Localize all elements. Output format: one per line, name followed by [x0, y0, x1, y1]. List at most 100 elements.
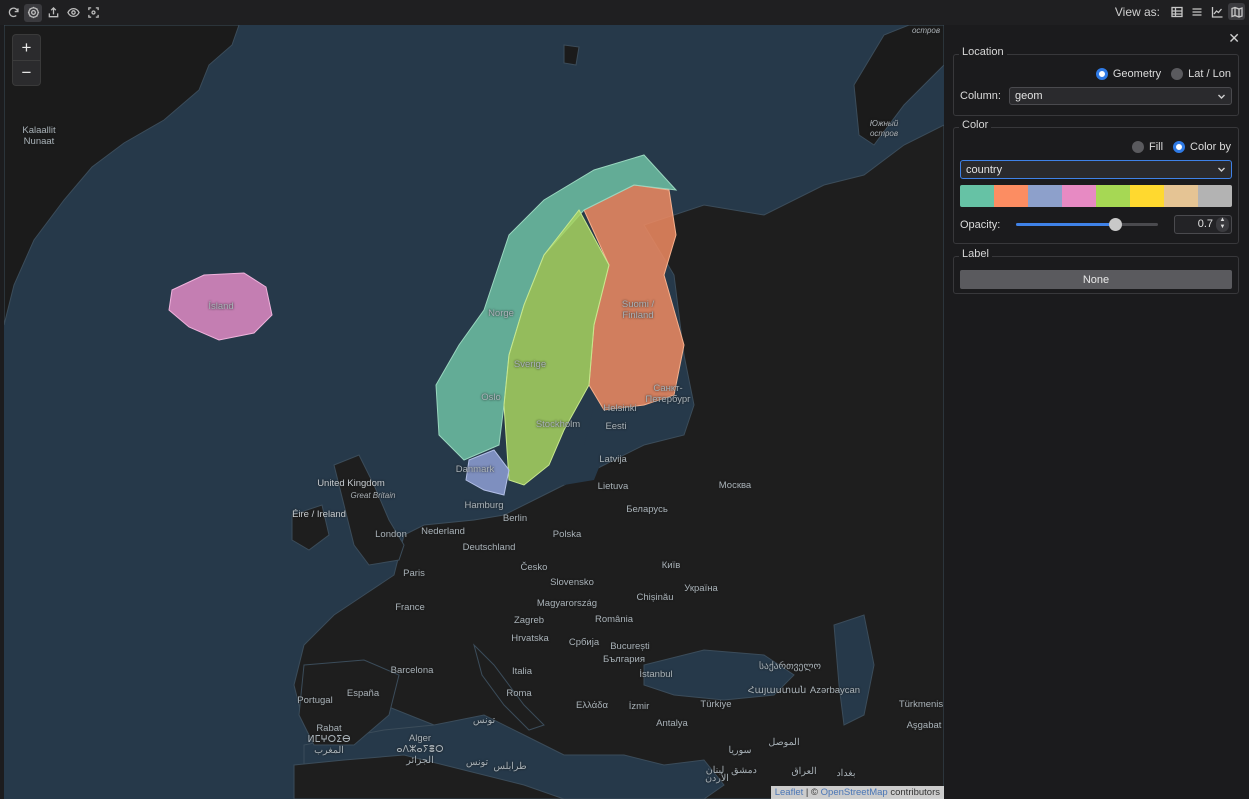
color-title: Color: [959, 119, 992, 131]
column-select-value: geom: [1015, 90, 1043, 102]
table-view-icon[interactable]: [1168, 3, 1185, 20]
label-peterburg: Петербург: [645, 394, 691, 405]
label-island: Ísland: [208, 301, 234, 312]
opacity-input[interactable]: 0.7 ▲ ▼: [1174, 215, 1232, 234]
label-hamburg: Hamburg: [464, 500, 504, 511]
label-romania: România: [594, 614, 634, 625]
zoom-out-button[interactable]: −: [13, 60, 40, 85]
label-magyarorszag: Magyarország: [536, 598, 598, 609]
label-kalaallit: Kalaallit: [22, 125, 56, 136]
label-london: London: [375, 529, 407, 540]
color-mode: Fill Color by: [1128, 141, 1231, 153]
list-view-icon[interactable]: [1188, 3, 1205, 20]
label-oslo: Oslo: [481, 392, 501, 403]
radio-latlon-dot: [1171, 68, 1184, 80]
opacity-slider[interactable]: [1016, 218, 1158, 231]
label-dimashq: دمشق: [731, 765, 757, 776]
label-belarus: Беларусь: [626, 504, 668, 515]
radio-latlon-label: Lat / Lon: [1188, 68, 1231, 80]
toolbar-actions: [4, 3, 102, 22]
attribution-contrib: contributors: [890, 787, 940, 798]
osm-link[interactable]: OpenStreetMap: [821, 787, 888, 798]
label-istanbul: İstanbul: [639, 669, 673, 680]
radio-geometry[interactable]: Geometry: [1095, 68, 1162, 80]
eye-icon[interactable]: [64, 4, 82, 22]
label-helsinki: Helsinki: [603, 403, 637, 414]
label-lietuva: Lietuva: [597, 481, 629, 492]
radio-latlon[interactable]: Lat / Lon: [1171, 68, 1231, 80]
chevron-down-icon: [1217, 92, 1226, 101]
settings-icon[interactable]: [24, 3, 42, 22]
label-norge: Norge: [488, 308, 514, 319]
label-iraq: العراق: [791, 766, 817, 777]
opacity-slider-thumb[interactable]: [1109, 218, 1123, 231]
chart-view-icon[interactable]: [1208, 3, 1225, 20]
location-group: Location Geometry Lat / Lon Column: geom: [953, 46, 1239, 116]
label-asgabat: Aşgabat: [906, 720, 942, 731]
leaflet-link[interactable]: Leaflet: [775, 787, 804, 798]
color-column-select[interactable]: country: [960, 160, 1232, 179]
radio-geometry-dot: [1095, 68, 1108, 80]
label-ukraina: Україна: [684, 583, 718, 594]
label-latvija: Latvija: [599, 454, 627, 465]
label-sakartvelo: საქართველო: [759, 661, 821, 672]
palette-swatch: [1198, 185, 1232, 207]
export-icon[interactable]: [44, 4, 62, 22]
refresh-icon[interactable]: [4, 4, 22, 22]
label-aljazair: الجزائر: [406, 755, 434, 766]
palette-swatch: [1164, 185, 1198, 207]
label-group: Label None: [953, 248, 1239, 294]
label-espana: España: [346, 688, 380, 699]
opacity-slider-fill: [1016, 223, 1116, 226]
label-sankt: Санкт-: [653, 383, 683, 394]
label-paris: Paris: [403, 568, 425, 579]
radio-fill-dot: [1131, 141, 1144, 153]
view-as-label: View as:: [1114, 4, 1160, 19]
label-roma: Roma: [506, 688, 532, 699]
palette-swatch: [960, 185, 994, 207]
radio-color-by-dot: [1173, 141, 1186, 153]
radio-geometry-label: Geometry: [1112, 68, 1162, 80]
label-bulgaria: България: [603, 654, 645, 665]
location-title: Location: [959, 46, 1007, 58]
label-berlin: Berlin: [502, 513, 528, 524]
label-slovensko: Slovensko: [550, 577, 594, 588]
palette-swatch: [1028, 185, 1062, 207]
label-baghdad: بغداد: [836, 768, 856, 779]
label-rabat: Rabat: [316, 723, 342, 734]
map-canvas[interactable]: + − Kalaallit Nunaat остров Южный остров…: [4, 25, 944, 799]
label-alurdun: الأردن: [705, 773, 729, 784]
label-ellada: Ελλάδα: [576, 700, 608, 711]
label-ostrov-top: остров: [911, 26, 941, 35]
label-turkmenis: Türkmenis: [898, 699, 944, 710]
column-label: Column:: [960, 90, 1001, 102]
label-cesko: Česko: [520, 562, 548, 573]
stepper-icon[interactable]: ▲ ▼: [1216, 217, 1229, 232]
basemap: [4, 25, 944, 799]
label-maroc: المغرب: [314, 745, 344, 756]
close-icon[interactable]: ✕: [1228, 30, 1240, 47]
label-zagreb: Zagreb: [513, 615, 545, 626]
toolbar: View as:: [0, 0, 1249, 25]
palette-swatch: [1062, 185, 1096, 207]
label-portugal: Portugal: [297, 695, 333, 706]
color-group: Color Fill Color by country Opacity: 0.7…: [953, 119, 1239, 244]
label-select[interactable]: None: [960, 270, 1232, 289]
radio-fill[interactable]: Fill: [1131, 141, 1163, 153]
radio-color-by[interactable]: Color by: [1173, 141, 1231, 153]
label-bucuresti: București: [610, 641, 650, 652]
radio-color-by-label: Color by: [1190, 141, 1231, 153]
zoom-in-button[interactable]: +: [13, 35, 40, 60]
opacity-label: Opacity:: [960, 219, 1001, 231]
focus-icon[interactable]: [84, 4, 102, 22]
column-select[interactable]: geom: [1009, 87, 1232, 105]
label-hayastan: Հայաստան: [747, 685, 807, 696]
map-view-icon[interactable]: [1228, 3, 1245, 20]
label-tarabulus: طرابلس: [493, 761, 527, 772]
palette-swatch: [1130, 185, 1164, 207]
label-tunis2: تونس: [465, 757, 489, 768]
settings-panel: ✕ Location Geometry Lat / Lon Column: ge…: [944, 25, 1249, 799]
color-palette[interactable]: [960, 185, 1232, 207]
label-uk: United Kingdom: [317, 478, 385, 489]
label-alger: Alger: [408, 733, 432, 744]
